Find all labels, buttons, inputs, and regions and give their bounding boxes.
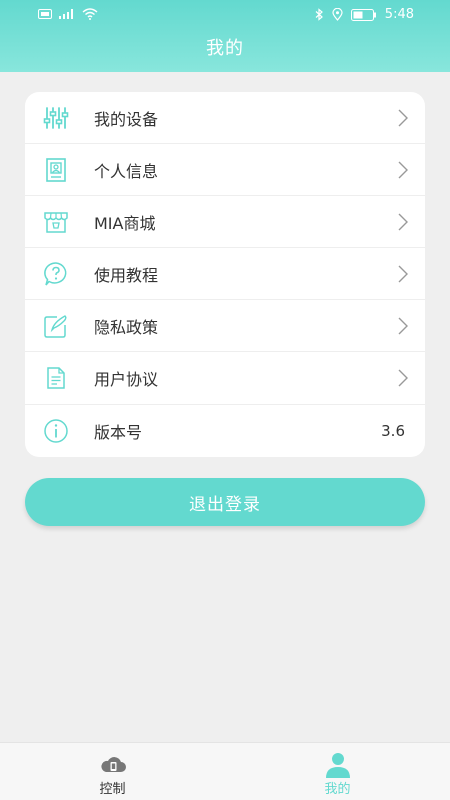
menu-item-version: 版本号 3.6 — [25, 405, 425, 457]
menu-item-label: 我的设备 — [94, 109, 159, 129]
menu-item-user-agreement[interactable]: 用户协议 — [25, 352, 425, 405]
menu-item-label: 使用教程 — [94, 265, 159, 285]
menu-item-label: 个人信息 — [94, 161, 159, 181]
signal-icon — [59, 9, 73, 19]
bottom-nav: 控制 我的 — [0, 742, 450, 800]
status-bar: 5:48 — [0, 0, 450, 30]
bluetooth-icon — [315, 8, 323, 21]
status-time: 5:48 — [384, 7, 414, 22]
page-title: 我的 — [206, 38, 244, 59]
chevron-right-icon — [398, 109, 408, 127]
menu-item-label: 用户协议 — [94, 370, 159, 390]
menu-card: 我的设备 个人信息 MIA商城 使用教程 隐私政策 用户协议 版本号 3.6 — [25, 92, 425, 457]
tab-control[interactable]: 控制 — [0, 743, 225, 800]
person-icon — [326, 753, 350, 778]
question-icon — [44, 262, 67, 286]
info-icon — [44, 418, 68, 443]
logout-button[interactable]: 退出登录 — [25, 478, 425, 526]
menu-item-label: MIA商城 — [94, 213, 156, 233]
header-bar: 5:48 我的 — [0, 0, 450, 72]
version-value: 3.6 — [381, 421, 405, 440]
wifi-icon — [82, 8, 98, 20]
chevron-right-icon — [398, 369, 408, 387]
chevron-right-icon — [398, 317, 408, 335]
menu-item-label: 版本号 — [94, 422, 143, 442]
chevron-right-icon — [398, 265, 408, 283]
tab-label: 控制 — [99, 782, 126, 797]
sliders-icon — [43, 107, 69, 129]
profile-card-icon — [46, 158, 66, 182]
location-icon — [332, 8, 343, 21]
status-right: 5:48 — [315, 7, 414, 22]
chevron-right-icon — [398, 161, 408, 179]
status-left — [38, 8, 98, 20]
menu-item-mia-store[interactable]: MIA商城 — [25, 196, 425, 249]
edit-note-icon — [44, 315, 67, 339]
battery-icon — [350, 8, 376, 21]
chevron-right-icon — [398, 213, 408, 231]
tab-label: 我的 — [324, 782, 351, 797]
menu-item-privacy-policy[interactable]: 隐私政策 — [25, 300, 425, 353]
document-icon — [47, 367, 65, 390]
menu-item-my-devices[interactable]: 我的设备 — [25, 92, 425, 145]
menu-item-tutorial[interactable]: 使用教程 — [25, 248, 425, 301]
cloud-phone-icon — [101, 757, 126, 772]
menu-item-label: 隐私政策 — [94, 317, 159, 337]
store-icon — [44, 212, 68, 233]
menu-item-personal-info[interactable]: 个人信息 — [25, 144, 425, 197]
hd-icon — [38, 9, 52, 19]
tab-mine[interactable]: 我的 — [225, 743, 450, 800]
